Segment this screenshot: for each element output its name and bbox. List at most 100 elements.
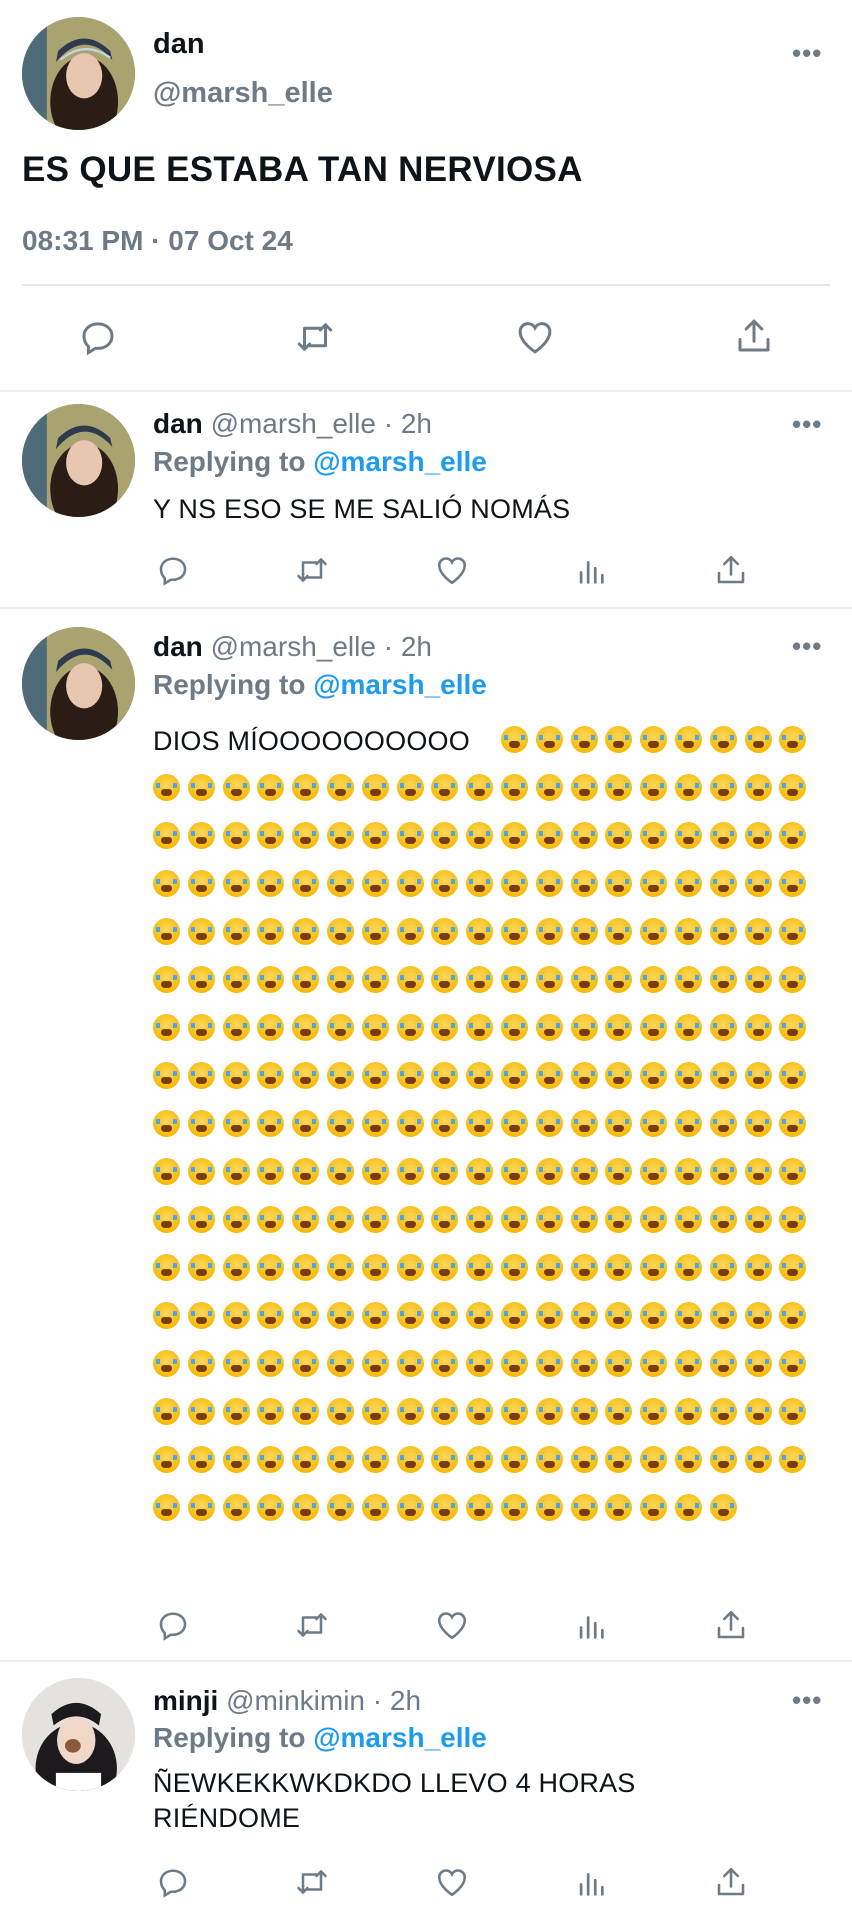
analytics-icon[interactable] [574, 1609, 608, 1643]
avatar[interactable] [22, 404, 135, 517]
replying-to: Replying to @marsh_elle [153, 1722, 487, 1754]
crying-face-emoji [535, 774, 563, 801]
crying-face-emoji [187, 1398, 215, 1425]
crying-face-emoji [257, 1446, 285, 1473]
crying-face-emoji [257, 918, 285, 945]
share-icon[interactable] [733, 314, 775, 358]
crying-face-emoji [535, 1206, 563, 1233]
crying-face-emoji [431, 870, 459, 897]
like-icon[interactable] [433, 1864, 471, 1900]
reply-header[interactable]: dan @marsh_elle · 2h [153, 631, 432, 663]
crying-face-emoji [675, 1446, 702, 1473]
crying-face-emoji [744, 1158, 772, 1185]
crying-face-emoji [709, 726, 737, 753]
crying-face-emoji [501, 1350, 528, 1377]
crying-face-emoji [187, 870, 215, 897]
retweet-icon[interactable] [292, 316, 338, 358]
crying-face-emoji [605, 1206, 633, 1233]
crying-face-emoji [709, 1062, 737, 1089]
crying-face-emoji [709, 1206, 737, 1233]
crying-face-emoji [675, 1110, 702, 1137]
reply-icon[interactable] [77, 316, 119, 358]
crying-face-emoji [292, 1206, 320, 1233]
share-icon[interactable] [713, 1864, 749, 1900]
crying-face-emoji [501, 726, 528, 753]
crying-face-emoji [640, 1110, 668, 1137]
author-name[interactable]: dan [153, 28, 205, 61]
crying-face-emoji [396, 1494, 424, 1521]
crying-face-emoji [361, 1206, 389, 1233]
crying-face-emoji [153, 870, 180, 897]
avatar[interactable] [22, 17, 135, 130]
crying-face-emoji [327, 1110, 354, 1137]
crying-face-emoji [501, 918, 528, 945]
like-icon[interactable] [433, 552, 471, 588]
tweet-timestamp[interactable]: 08:31 PM · 07 Oct 24 [22, 225, 293, 257]
avatar[interactable] [22, 1678, 135, 1791]
reply-icon[interactable] [155, 1864, 191, 1900]
crying-face-emoji [570, 1110, 598, 1137]
author-name[interactable]: minji [153, 1685, 218, 1716]
crying-face-emoji [570, 1014, 598, 1041]
crying-face-emoji [431, 1110, 459, 1137]
crying-face-emoji [640, 1398, 668, 1425]
more-options-icon[interactable]: ••• [792, 631, 822, 662]
like-icon[interactable] [433, 1607, 471, 1643]
author-meta: @marsh_elle · 2h [210, 631, 432, 662]
divider [0, 390, 852, 392]
crying-face-emoji [153, 1254, 180, 1281]
share-icon[interactable] [713, 552, 749, 588]
crying-face-emoji [431, 822, 459, 849]
crying-face-emoji [570, 726, 598, 753]
crying-face-emoji [570, 918, 598, 945]
more-options-icon[interactable]: ••• [792, 38, 822, 69]
author-name[interactable]: dan [153, 631, 203, 662]
crying-face-emoji [501, 870, 528, 897]
crying-face-emoji [361, 1254, 389, 1281]
crying-face-emoji [466, 1302, 494, 1329]
crying-face-emoji [222, 1302, 250, 1329]
analytics-icon[interactable] [574, 554, 608, 588]
crying-face-emoji [535, 1446, 563, 1473]
like-icon[interactable] [513, 316, 557, 358]
analytics-icon[interactable] [574, 1866, 608, 1900]
crying-face-emoji [257, 1110, 285, 1137]
crying-face-emoji [570, 1254, 598, 1281]
crying-face-emoji [361, 1398, 389, 1425]
retweet-icon[interactable] [292, 552, 332, 588]
crying-face-emoji [675, 1062, 702, 1089]
replying-to: Replying to @marsh_elle [153, 446, 487, 478]
retweet-icon[interactable] [292, 1864, 332, 1900]
crying-face-emoji [466, 1494, 494, 1521]
reply-header[interactable]: dan @marsh_elle · 2h [153, 408, 432, 440]
author-handle[interactable]: @marsh_elle [153, 77, 333, 110]
crying-face-emoji [744, 1062, 772, 1089]
avatar[interactable] [22, 627, 135, 740]
more-options-icon[interactable]: ••• [792, 409, 822, 440]
crying-face-emoji [466, 966, 494, 993]
mention-link[interactable]: @marsh_elle [313, 446, 487, 477]
crying-face-emoji [396, 1110, 424, 1137]
crying-face-emoji [431, 1014, 459, 1041]
reply-icon[interactable] [155, 1607, 191, 1643]
share-icon[interactable] [713, 1607, 749, 1643]
crying-face-emoji [570, 1158, 598, 1185]
crying-face-emoji [292, 1014, 320, 1041]
author-name[interactable]: dan [153, 408, 203, 439]
crying-face-emoji [292, 1398, 320, 1425]
crying-face-emoji [779, 1110, 807, 1137]
crying-face-emoji [327, 1494, 354, 1521]
crying-face-emoji [153, 1350, 180, 1377]
mention-link[interactable]: @marsh_elle [313, 1722, 487, 1753]
mention-link[interactable]: @marsh_elle [313, 669, 487, 700]
reply-header[interactable]: minji @minkimin · 2h [153, 1685, 421, 1717]
crying-face-emoji [605, 1254, 633, 1281]
crying-face-emoji [327, 966, 354, 993]
more-options-icon[interactable]: ••• [792, 1685, 822, 1716]
crying-face-emoji [779, 1302, 807, 1329]
crying-face-emoji [570, 1302, 598, 1329]
reply-icon[interactable] [155, 552, 191, 588]
crying-face-emoji [744, 1110, 772, 1137]
retweet-icon[interactable] [292, 1607, 332, 1643]
crying-face-emoji [361, 870, 389, 897]
